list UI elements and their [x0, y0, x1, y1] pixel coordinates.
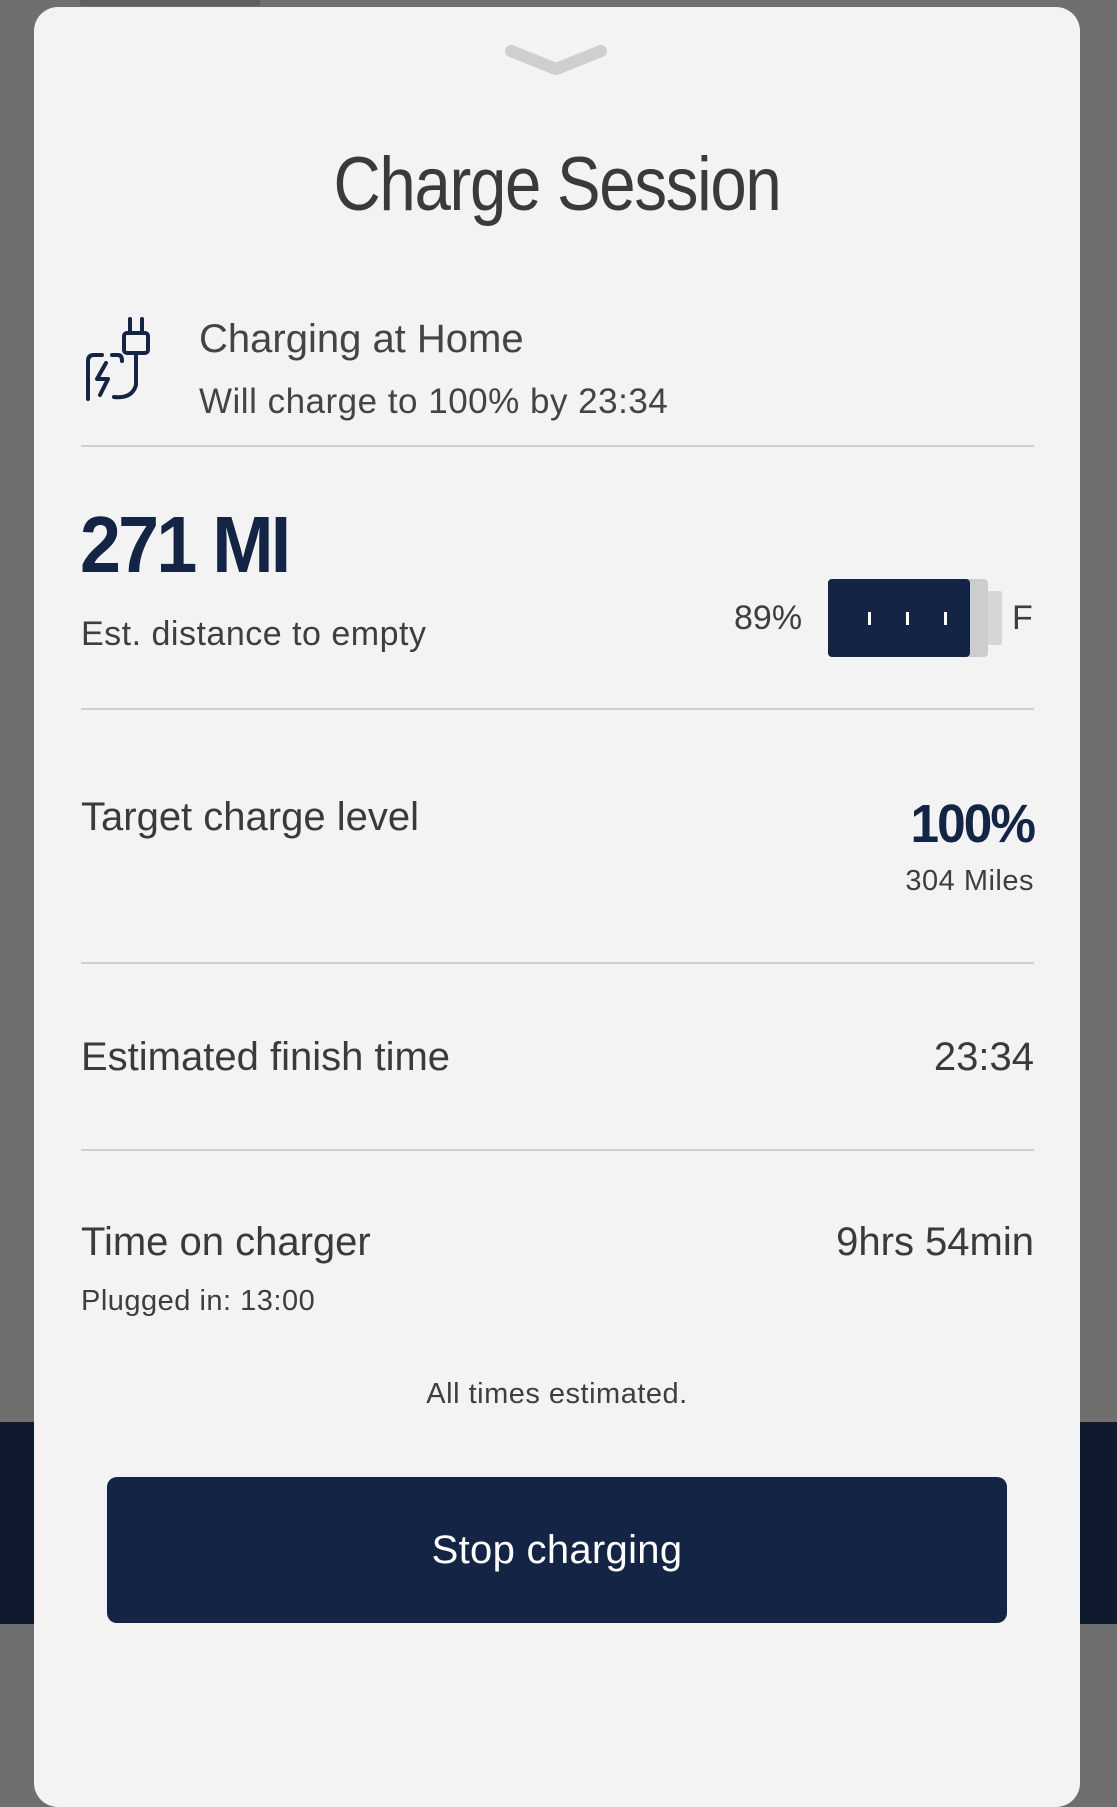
battery-tick [906, 612, 909, 625]
battery-full-label: F [1012, 599, 1033, 637]
divider [81, 445, 1034, 447]
finish-time-label: Estimated finish time [81, 1035, 451, 1079]
charging-location-title: Charging at Home [199, 317, 524, 361]
battery-fill [828, 579, 970, 657]
target-charge-miles: 304 Miles [905, 865, 1034, 897]
divider [81, 962, 1034, 964]
charge-session-sheet: Charge Session Charging at Home Will cha… [34, 7, 1080, 1807]
battery-tick [944, 612, 947, 625]
plug-charging-icon [86, 317, 150, 401]
target-charge-label: Target charge level [81, 795, 419, 839]
time-on-charger-value: 9hrs 54min [836, 1220, 1034, 1264]
battery-percent: 89% [734, 599, 803, 637]
plugged-in-time: Plugged in: 13:00 [81, 1285, 316, 1317]
finish-time-value: 23:34 [933, 1035, 1034, 1079]
divider [81, 708, 1034, 710]
range-label: Est. distance to empty [81, 615, 427, 653]
background-content [80, 0, 260, 6]
stop-charging-button[interactable]: Stop charging [107, 1477, 1007, 1623]
chevron-down-icon[interactable] [501, 41, 611, 81]
page-title: Charge Session [333, 142, 781, 227]
battery-gauge [828, 579, 1002, 657]
battery-tick [868, 612, 871, 625]
time-on-charger-label: Time on charger [81, 1220, 371, 1264]
battery-terminal [988, 591, 1002, 645]
target-charge-value[interactable]: 100% [910, 797, 1036, 851]
range-value: 271 MI [80, 500, 291, 589]
charging-location-subtitle: Will charge to 100% by 23:34 [199, 382, 669, 421]
disclaimer-text: All times estimated. [426, 1378, 688, 1410]
divider [81, 1149, 1034, 1151]
